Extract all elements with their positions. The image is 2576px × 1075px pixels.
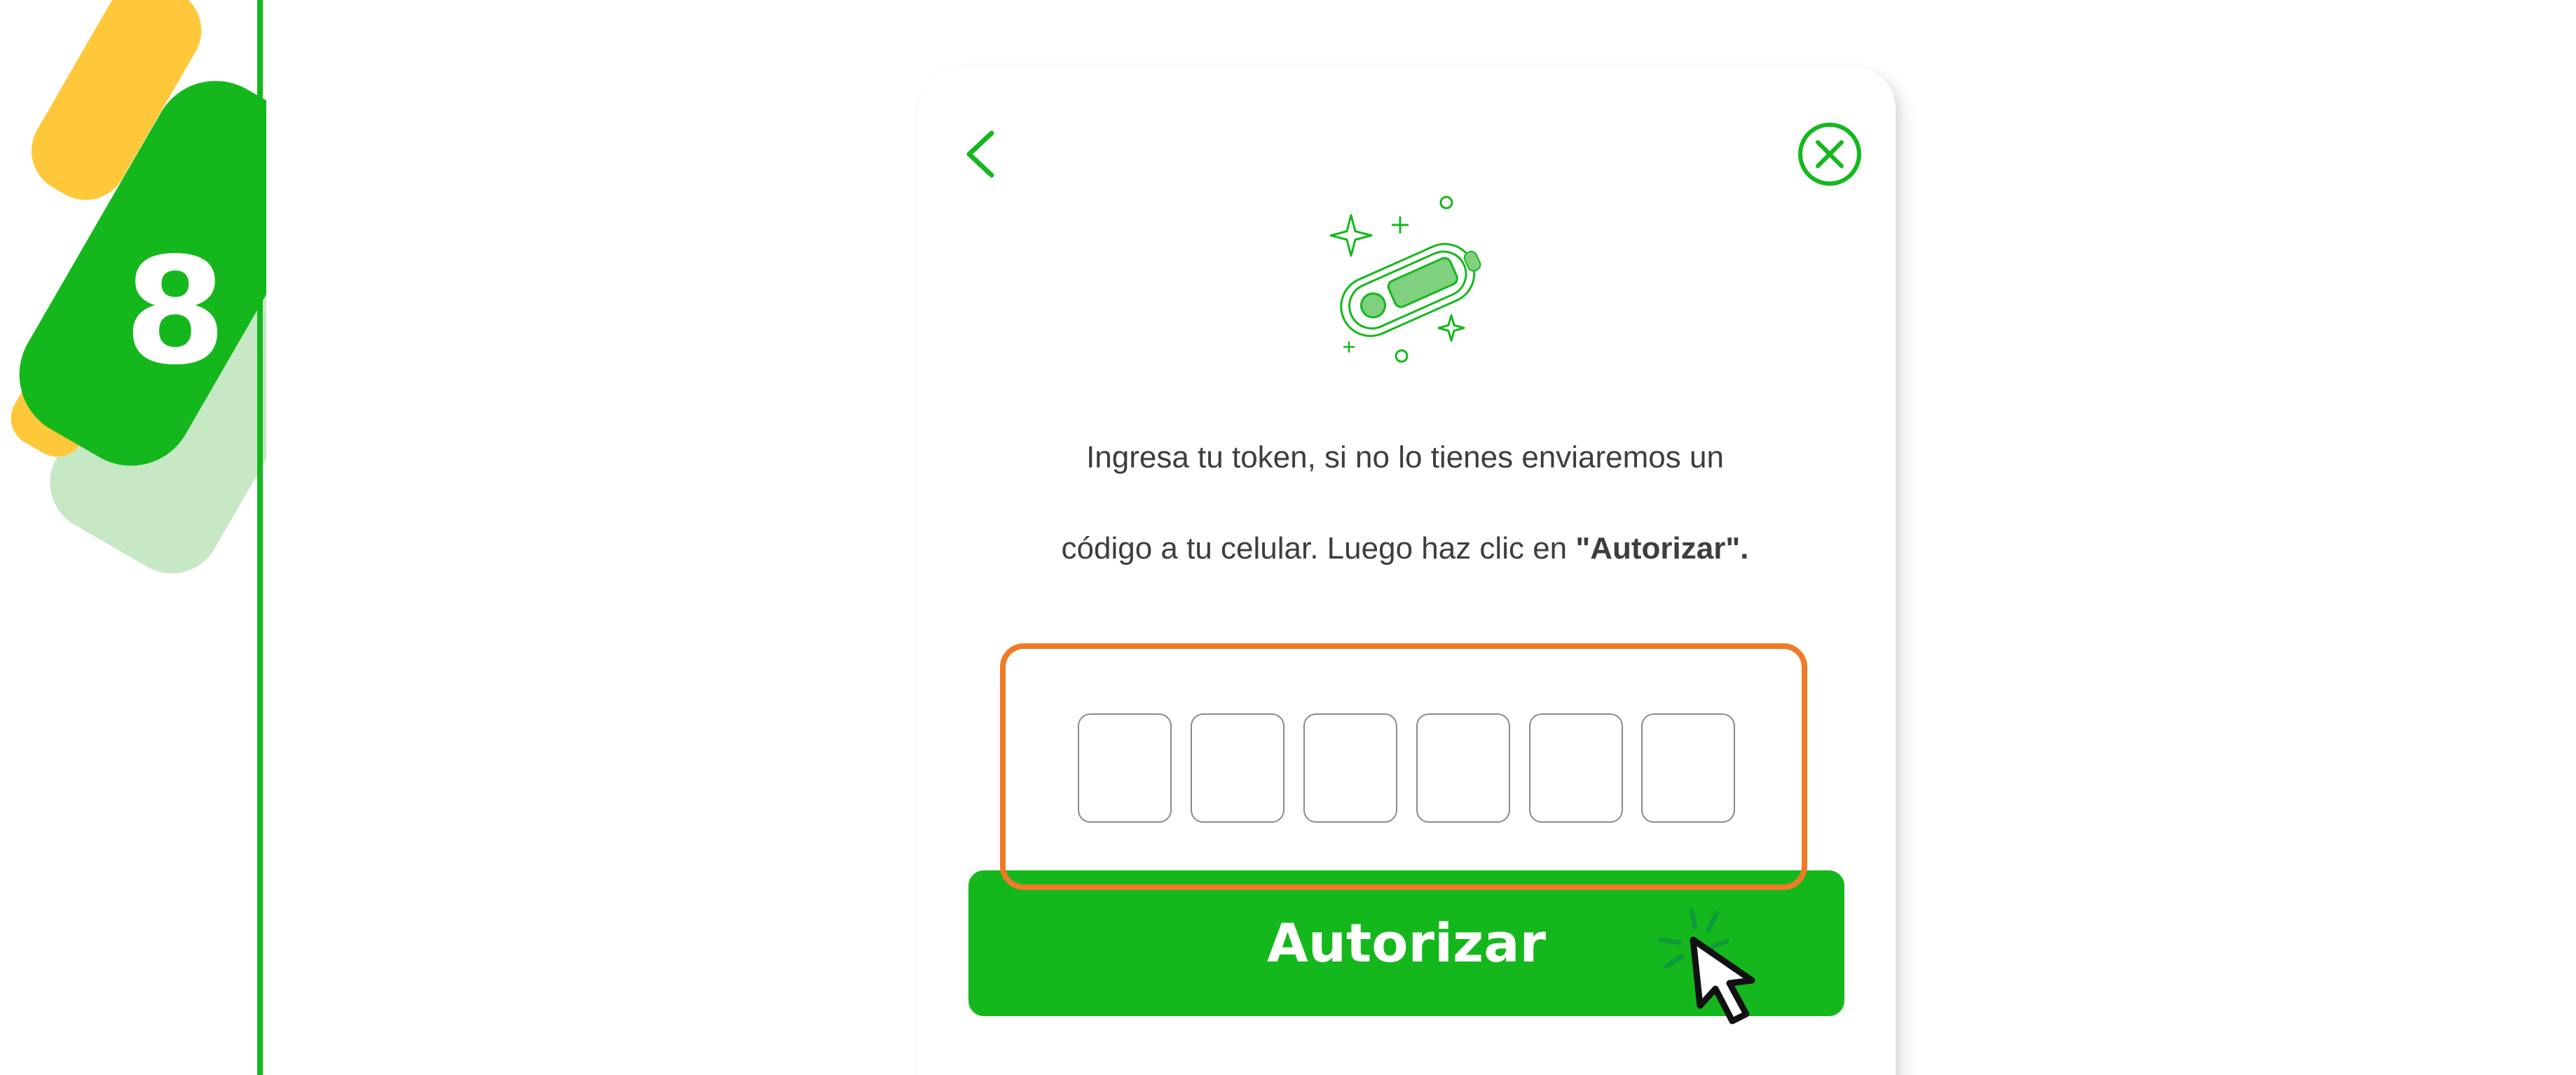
instruction-bold-authorize: "Autorizar".	[1575, 531, 1749, 566]
instruction-line-2-text: código a tu celular. Luego haz clic en	[1061, 531, 1576, 566]
token-digit-input-6[interactable]	[1641, 713, 1735, 823]
instruction-line-2: código a tu celular. Luego haz clic en "…	[967, 503, 1843, 594]
chevron-left-icon[interactable]	[957, 126, 1006, 182]
token-device-icon	[1329, 196, 1481, 363]
tutorial-step-screen: 8 Ingresa tu token, si no lo tienes envi…	[0, 0, 2576, 1075]
step-badge-decoration	[11, 0, 266, 574]
token-digit-input-2[interactable]	[1191, 713, 1284, 823]
close-circle-icon[interactable]	[1796, 121, 1863, 188]
step-number: 8	[123, 226, 227, 397]
token-digit-input-1[interactable]	[1078, 713, 1172, 823]
token-digit-input-5[interactable]	[1529, 713, 1623, 823]
token-instruction: Ingresa tu token, si no lo tienes enviar…	[967, 412, 1843, 594]
token-digit-input-4[interactable]	[1416, 713, 1510, 823]
timeline-line	[257, 0, 263, 1075]
instruction-line-1: Ingresa tu token, si no lo tienes enviar…	[1086, 440, 1724, 474]
mouse-pointer-click-icon	[1658, 908, 1755, 1025]
token-digit-input-3[interactable]	[1303, 713, 1397, 823]
